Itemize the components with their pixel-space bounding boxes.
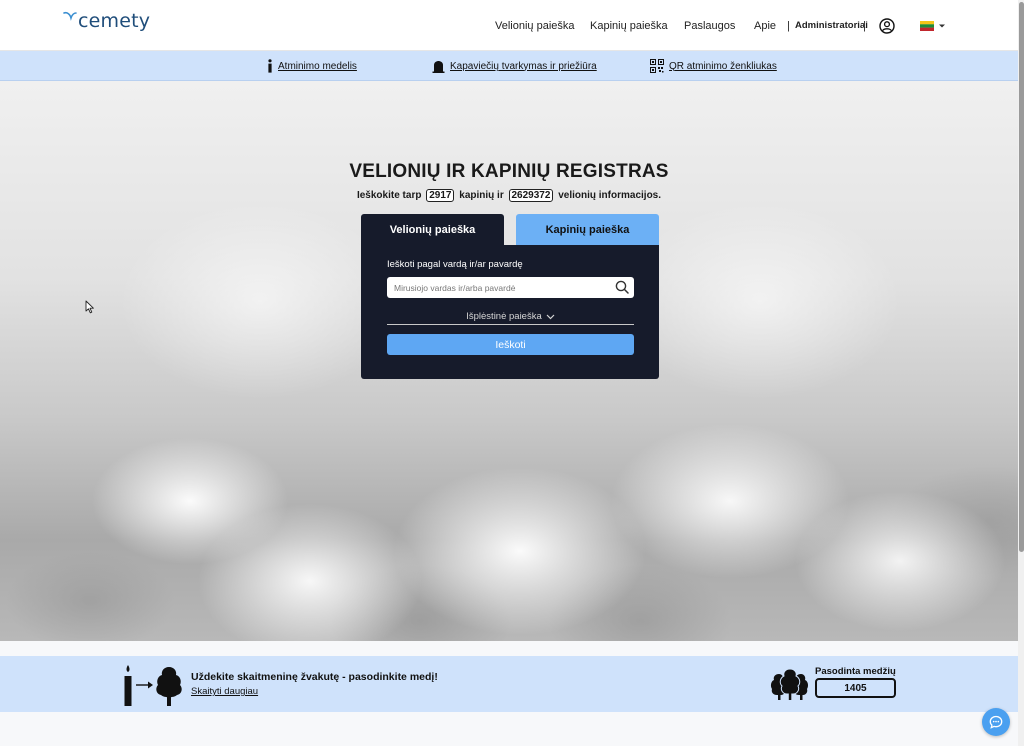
- info-icon: [268, 59, 272, 73]
- search-input[interactable]: [387, 277, 634, 298]
- top-header: cemety Velionių paieška Kapinių paieška …: [0, 0, 1018, 51]
- subnav-qr-atminimo-zenkliukas[interactable]: QR atminimo ženkliukas: [650, 51, 777, 81]
- secondary-nav: Atminimo medelis Kapaviečių tvarkymas ir…: [0, 51, 1018, 81]
- scrollbar-thumb[interactable]: [1019, 2, 1024, 552]
- nav-apie[interactable]: Apie: [754, 0, 776, 51]
- lithuanian-flag-icon: [920, 20, 934, 31]
- gravestone-icon: [432, 60, 445, 73]
- nav-separator: |: [863, 19, 866, 32]
- tab-kapiniu-paieska[interactable]: Kapinių paieška: [516, 214, 659, 245]
- nav-kapiniu-paieska[interactable]: Kapinių paieška: [590, 0, 668, 51]
- trees-icon: [770, 668, 809, 700]
- search-input-wrapper: [387, 277, 634, 298]
- nav-paslaugos[interactable]: Paslaugos: [684, 0, 735, 51]
- logo[interactable]: cemety: [63, 10, 150, 32]
- chevron-down-icon: [546, 314, 555, 319]
- caret-down-icon: [939, 24, 945, 27]
- logo-text: cemety: [78, 10, 151, 32]
- chat-button[interactable]: [982, 708, 1010, 736]
- page-scrollbar[interactable]: [1018, 0, 1024, 746]
- user-circle-icon: [879, 17, 895, 34]
- mouse-cursor-icon: [85, 300, 94, 314]
- footer-strip: [0, 712, 1018, 746]
- tree-promo-banner: Uždekite skaitmeninę žvakutę - pasodinki…: [0, 656, 1018, 712]
- advanced-search-toggle[interactable]: Išplėstinė paieška: [387, 309, 634, 325]
- qr-code-icon: [650, 59, 664, 73]
- user-account-button[interactable]: [879, 0, 895, 51]
- search-panel: Ieškoti pagal vardą ir/ar pavardę Išplės…: [361, 245, 659, 379]
- search-field-label: Ieškoti pagal vardą ir/ar pavardę: [387, 259, 523, 270]
- trees-planted-label: Pasodinta medžių: [815, 666, 896, 677]
- candle-to-tree-icon: [124, 665, 182, 706]
- promo-title: Uždekite skaitmeninę žvakutę - pasodinki…: [191, 671, 438, 683]
- chat-bubble-icon: [989, 715, 1003, 729]
- tab-velioniu-paieska[interactable]: Velionių paieška: [361, 214, 504, 245]
- nav-administratoriai[interactable]: Administratoriai: [795, 0, 868, 51]
- nav-velioniu-paieska[interactable]: Velionių paieška: [495, 0, 575, 51]
- hero-subtitle: Ieškokite tarp 2917 kapinių ir 2629372 v…: [356, 189, 662, 202]
- search-icon[interactable]: [615, 280, 629, 294]
- search-submit-button[interactable]: Ieškoti: [387, 334, 634, 355]
- trees-planted-count: 1405: [815, 678, 896, 698]
- subnav-atminimo-medelis[interactable]: Atminimo medelis: [267, 51, 357, 81]
- nav-separator: |: [787, 19, 790, 32]
- deceased-count-badge: 2629372: [508, 189, 554, 202]
- read-more-link[interactable]: Skaityti daugiau: [191, 686, 258, 697]
- language-selector[interactable]: [920, 0, 946, 51]
- subnav-kapavieciu-tvarkymas[interactable]: Kapaviečių tvarkymas ir priežiūra: [432, 51, 597, 81]
- bird-icon: [63, 11, 77, 21]
- cemeteries-count-badge: 2917: [426, 189, 455, 202]
- hero-section: VELIONIŲ IR KAPINIŲ REGISTRAS Ieškokite …: [0, 81, 1018, 641]
- page-title: VELIONIŲ IR KAPINIŲ REGISTRAS: [349, 161, 669, 182]
